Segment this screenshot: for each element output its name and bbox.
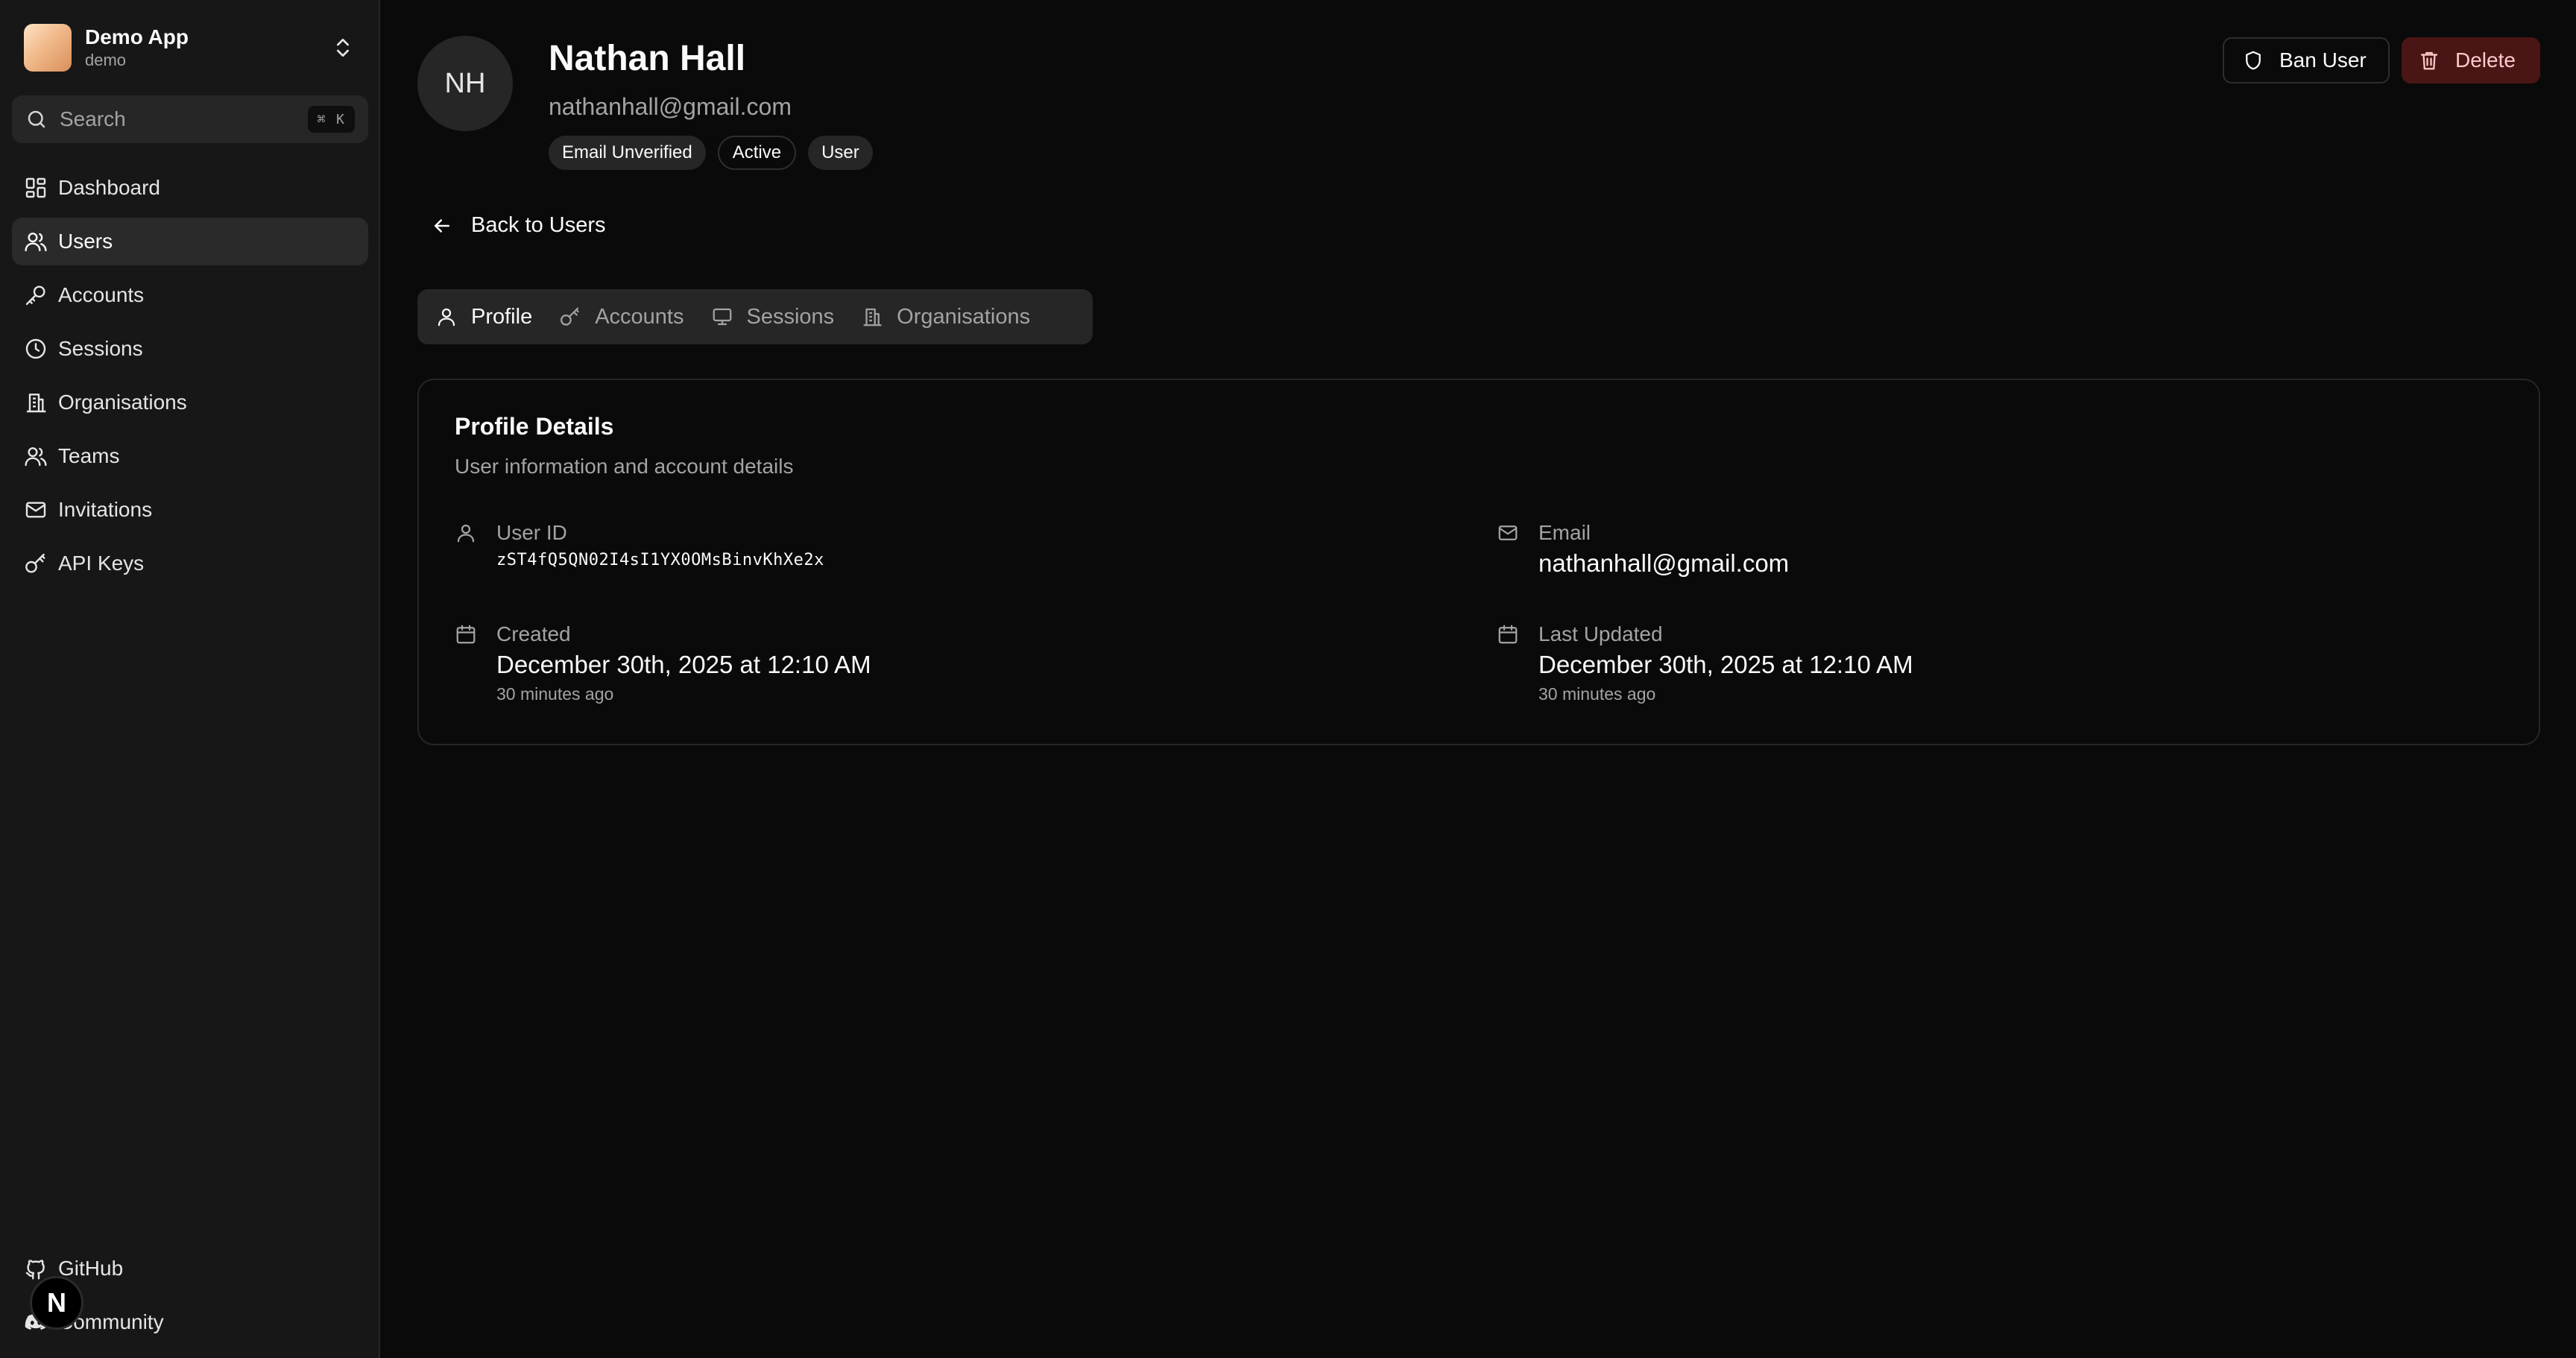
sidebar-item-label: Accounts bbox=[58, 283, 145, 306]
sidebar-nav: Dashboard Users Accounts Sessions Organi… bbox=[12, 164, 368, 593]
user-email: nathanhall@gmail.com bbox=[549, 93, 792, 120]
sidebar-item-teams[interactable]: Teams bbox=[12, 432, 368, 480]
sidebar-item-api-keys[interactable]: API Keys bbox=[12, 540, 368, 587]
dev-tools-badge[interactable]: N bbox=[30, 1276, 83, 1330]
sidebar-item-dashboard[interactable]: Dashboard bbox=[12, 164, 368, 212]
arrow-left-icon bbox=[431, 215, 453, 237]
tab-accounts[interactable]: Accounts bbox=[546, 294, 697, 340]
users-icon bbox=[24, 230, 48, 253]
chevrons-up-down-icon bbox=[331, 34, 355, 61]
tab-label: Accounts bbox=[595, 304, 684, 329]
email-field: Email nathanhall@gmail.com bbox=[1497, 520, 1789, 580]
updated-relative: 30 minutes ago bbox=[1538, 684, 1656, 704]
github-icon bbox=[24, 1257, 48, 1280]
status-badges: Email Unverified Active User bbox=[549, 136, 873, 170]
card-description: User information and account details bbox=[455, 455, 794, 478]
back-to-users-link[interactable]: Back to Users bbox=[431, 213, 606, 238]
team-icon bbox=[24, 444, 48, 468]
search-label: Search bbox=[60, 107, 126, 130]
avatar: NH bbox=[417, 36, 513, 131]
field-label: Created bbox=[496, 622, 571, 645]
ban-user-button[interactable]: Ban User bbox=[2223, 37, 2390, 83]
user-id-field: User ID zST4fQ5QN02I4sI1YX0OMsBinvKhXe2x bbox=[455, 520, 824, 572]
trash-icon bbox=[2418, 49, 2440, 72]
sidebar-item-label: Invitations bbox=[58, 498, 153, 521]
created-relative: 30 minutes ago bbox=[496, 684, 614, 704]
field-body: Created December 30th, 2025 at 12:10 AM … bbox=[496, 622, 871, 705]
tab-organisations[interactable]: Organisations bbox=[847, 294, 1044, 340]
email-value: nathanhall@gmail.com bbox=[1538, 549, 1790, 577]
field-label: User ID bbox=[496, 521, 567, 544]
clock-icon bbox=[24, 337, 48, 361]
profile-details-card: Profile Details User information and acc… bbox=[417, 379, 2540, 745]
last-updated-field: Last Updated December 30th, 2025 at 12:1… bbox=[1497, 622, 1913, 705]
sidebar-item-label: Sessions bbox=[58, 337, 143, 360]
sidebar-item-label: API Keys bbox=[58, 552, 145, 575]
created-value: December 30th, 2025 at 12:10 AM bbox=[496, 651, 871, 678]
tab-label: Sessions bbox=[746, 304, 835, 329]
app-logo bbox=[24, 24, 72, 72]
building-icon bbox=[24, 391, 48, 414]
tab-label: Profile bbox=[471, 304, 533, 329]
field-label: Last Updated bbox=[1538, 622, 1663, 645]
card-title: Profile Details bbox=[455, 413, 614, 440]
field-body: User ID zST4fQ5QN02I4sI1YX0OMsBinvKhXe2x bbox=[496, 520, 824, 572]
search-icon bbox=[25, 108, 48, 130]
user-id-value: zST4fQ5QN02I4sI1YX0OMsBinvKhXe2x bbox=[496, 551, 824, 569]
calendar-icon bbox=[455, 623, 479, 647]
app-subtitle: demo bbox=[85, 51, 127, 69]
sidebar-item-accounts[interactable]: Accounts bbox=[12, 271, 368, 319]
mail-icon bbox=[1497, 522, 1521, 546]
tab-bar: Profile Accounts Sessions Organisations bbox=[417, 289, 1093, 344]
sidebar-item-label: Users bbox=[58, 230, 113, 253]
created-field: Created December 30th, 2025 at 12:10 AM … bbox=[455, 622, 871, 705]
field-body: Last Updated December 30th, 2025 at 12:1… bbox=[1538, 622, 1913, 705]
app-switcher[interactable]: Demo App demo bbox=[12, 13, 368, 82]
back-label: Back to Users bbox=[471, 213, 606, 237]
user-icon bbox=[435, 306, 458, 328]
building-icon bbox=[861, 306, 883, 328]
updated-value: December 30th, 2025 at 12:10 AM bbox=[1538, 651, 1913, 678]
app-text: Demo App demo bbox=[85, 25, 189, 71]
key-icon bbox=[24, 283, 48, 307]
sidebar-item-organisations[interactable]: Organisations bbox=[12, 379, 368, 426]
delete-button[interactable]: Delete bbox=[2402, 37, 2540, 83]
sidebar-item-users[interactable]: Users bbox=[12, 218, 368, 265]
app-name: Demo App bbox=[85, 25, 189, 48]
sidebar-item-invitations[interactable]: Invitations bbox=[12, 486, 368, 534]
search-button[interactable]: Search ⌘ K bbox=[12, 95, 368, 143]
sidebar-item-label: Organisations bbox=[58, 391, 187, 414]
status-badge: Email Unverified bbox=[549, 136, 706, 170]
sidebar-item-sessions[interactable]: Sessions bbox=[12, 325, 368, 373]
ban-user-label: Ban User bbox=[2279, 48, 2367, 72]
field-body: Email nathanhall@gmail.com bbox=[1538, 520, 1789, 580]
field-label: Email bbox=[1538, 521, 1591, 544]
tab-profile[interactable]: Profile bbox=[422, 294, 546, 340]
sidebar: Demo App demo Search ⌘ K Dashboard Users bbox=[0, 0, 380, 1358]
monitor-icon bbox=[711, 306, 733, 328]
shield-icon bbox=[2242, 49, 2264, 72]
status-badge: Active bbox=[717, 136, 797, 170]
delete-label: Delete bbox=[2455, 48, 2516, 72]
sidebar-item-label: Teams bbox=[58, 444, 120, 467]
sidebar-item-label: GitHub bbox=[58, 1257, 124, 1280]
role-badge: User bbox=[808, 136, 873, 170]
key-round-icon bbox=[559, 306, 581, 328]
calendar-icon bbox=[1497, 623, 1521, 647]
tab-sessions[interactable]: Sessions bbox=[698, 294, 848, 340]
page-title: Nathan Hall bbox=[549, 39, 746, 78]
key-round-icon bbox=[24, 552, 48, 575]
tab-label: Organisations bbox=[897, 304, 1031, 329]
mail-icon bbox=[24, 498, 48, 522]
user-icon bbox=[455, 522, 479, 546]
sidebar-item-label: Dashboard bbox=[58, 176, 160, 199]
search-shortcut: ⌘ K bbox=[308, 106, 355, 133]
dashboard-icon bbox=[24, 176, 48, 200]
